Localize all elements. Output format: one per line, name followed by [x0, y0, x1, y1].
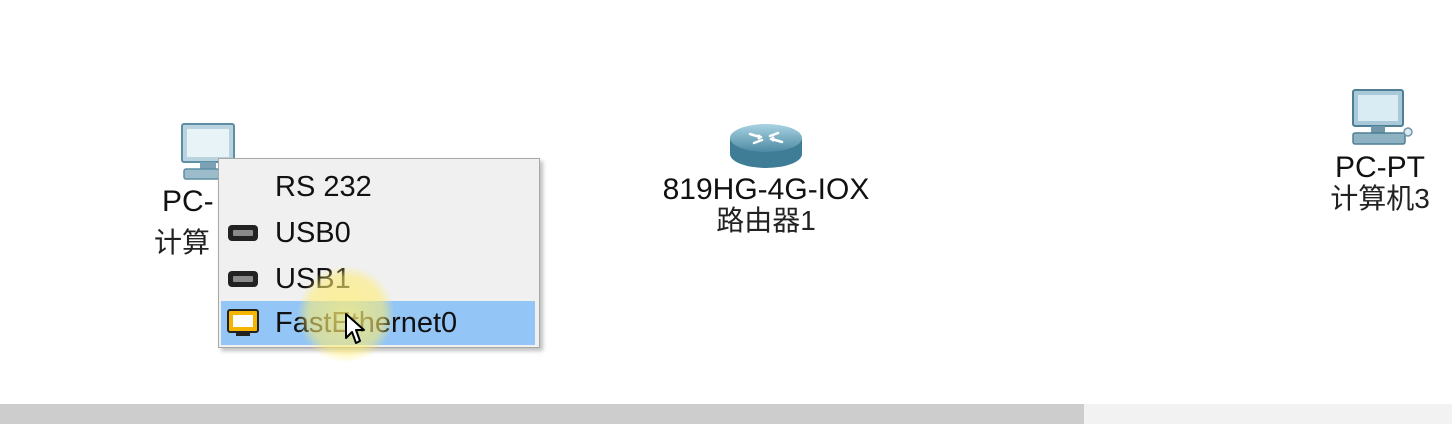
- menu-item-usb0[interactable]: USB0: [221, 211, 535, 255]
- device-name-label: 计算: [154, 227, 211, 258]
- menu-item-label: USB0: [275, 216, 351, 249]
- menu-item-label: FastEthernet0: [275, 306, 458, 339]
- computer-icon: [1352, 89, 1413, 145]
- device-name-label: 路由器1: [716, 205, 816, 236]
- device-model-label: PC-PT: [1335, 151, 1425, 184]
- scrollbar-thumb[interactable]: [0, 404, 1084, 424]
- horizontal-scrollbar[interactable]: [0, 404, 1452, 424]
- blank-icon: [223, 165, 263, 209]
- device-pc-right[interactable]: PC-PT 计算机3: [1318, 88, 1442, 214]
- usb-port-icon: [223, 211, 263, 255]
- network-workspace[interactable]: PC- 计算 819HG-4G-IOX 路由器1 PC-PT 计算机3 RS 2…: [0, 0, 1452, 404]
- device-model-label: PC-: [162, 185, 214, 218]
- device-name-label: 计算机3: [1330, 183, 1430, 214]
- device-model-label: 819HG-4G-IOX: [662, 173, 870, 206]
- menu-item-label: USB1: [275, 262, 351, 295]
- usb-port-icon: [223, 257, 263, 301]
- menu-item-label: RS 232: [275, 170, 372, 203]
- ethernet-port-icon: [223, 301, 263, 345]
- menu-item-usb1[interactable]: USB1: [221, 257, 535, 301]
- menu-item-fastethernet0[interactable]: FastEthernet0: [221, 301, 535, 345]
- router-icon: [730, 124, 802, 168]
- port-selection-menu: RS 232 USB0 USB1 FastEthernet0: [218, 158, 540, 348]
- device-router[interactable]: 819HG-4G-IOX 路由器1: [650, 122, 882, 236]
- menu-item-rs232[interactable]: RS 232: [221, 165, 535, 209]
